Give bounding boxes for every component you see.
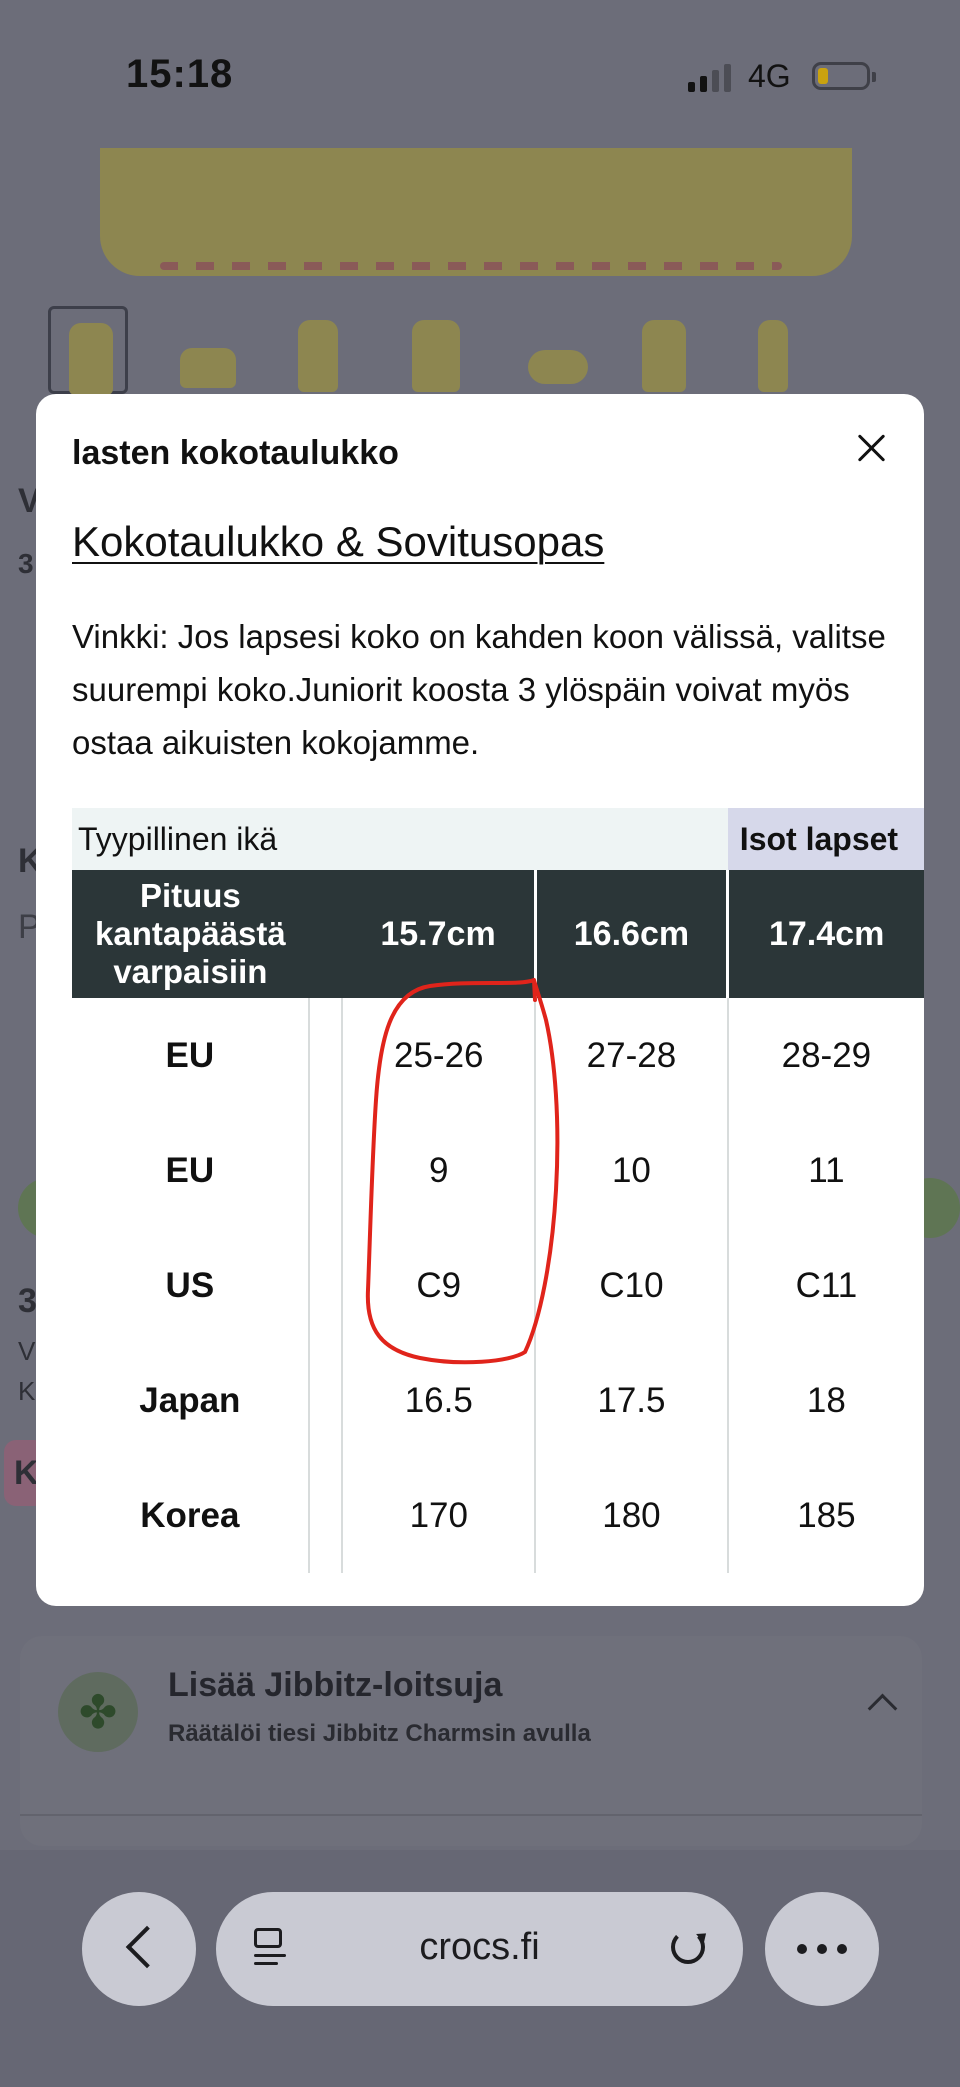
product-thumbnail[interactable] [162, 306, 242, 394]
table-row: Japan 16.5 17.5 18 [72, 1343, 924, 1458]
network-type: 4G [748, 58, 791, 94]
table-cell: C11 [726, 1228, 924, 1343]
more-icon [797, 1944, 807, 1954]
cellular-signal-icon [688, 62, 731, 92]
table-cell: 9 [429, 1150, 449, 1190]
modal-title: lasten kokotaulukko [72, 434, 399, 472]
battery-icon [812, 62, 876, 90]
table-cell: 170 [409, 1495, 468, 1535]
row-label: EU [165, 1035, 215, 1075]
age-group-label: Isot lapset [727, 808, 924, 870]
table-row: EU 25-26 27-28 28-29 [72, 998, 924, 1113]
jibbitz-title: Lisää Jibbitz-loitsuja [168, 1666, 503, 1704]
back-button[interactable] [82, 1892, 196, 2006]
header-spacer [308, 870, 343, 998]
size-chart-modal: lasten kokotaulukko Kokotaulukko & Sovit… [36, 394, 924, 1606]
table-row: EU 9 10 11 [72, 1113, 924, 1228]
background-text: 3 [18, 548, 34, 579]
sizing-tip: Vinkki: Jos lapsesi koko on kahden koon … [72, 618, 886, 761]
table-row: Korea 170 180 185 [72, 1458, 924, 1573]
header-size-col: 17.4cm [726, 870, 924, 998]
size-table-scroll[interactable]: Tyypillinen ikä Isot lapset Pituus kanta… [72, 808, 924, 1578]
table-cell: 28-29 [726, 998, 924, 1113]
size-table: Tyypillinen ikä Isot lapset Pituus kanta… [72, 808, 924, 1573]
reload-icon[interactable] [671, 1930, 705, 1964]
table-cell: 25-26 [394, 1035, 484, 1075]
product-thumbnail[interactable] [510, 306, 590, 394]
header-size-col: 16.6cm [533, 870, 728, 998]
jibbitz-subtitle: Räätälöi tiesi Jibbitz Charmsin avulla [168, 1720, 591, 1747]
address-bar[interactable]: crocs.fi [216, 1892, 743, 2006]
chevron-up-icon[interactable] [867, 1693, 898, 1724]
background-text: 3 [18, 1282, 37, 1320]
clover-icon: ✤ [58, 1672, 138, 1752]
table-cell: C10 [534, 1228, 728, 1343]
table-cell: 185 [726, 1458, 924, 1573]
background-text: V [18, 1336, 36, 1366]
url-text: crocs.fi [419, 1926, 540, 1968]
table-cell: 18 [726, 1343, 924, 1458]
product-image [100, 148, 852, 276]
chevron-left-icon [125, 1925, 169, 1969]
status-time: 15:18 [126, 52, 234, 96]
size-guide-link[interactable]: Kokotaulukko & Sovitusopas [72, 518, 604, 566]
row-label: Japan [139, 1380, 241, 1420]
table-cell: 17.5 [534, 1343, 728, 1458]
row-label: EU [165, 1150, 215, 1190]
age-label: Tyypillinen ikä [72, 808, 728, 870]
age-row: Tyypillinen ikä Isot lapset [72, 808, 924, 870]
product-thumbnail[interactable] [48, 306, 128, 395]
table-cell: 11 [726, 1113, 924, 1228]
table-header-row: Pituus kantapäästä varpaisiin 15.7cm 16.… [72, 870, 924, 998]
product-thumbnail-strip [40, 306, 940, 396]
row-label: Korea [140, 1495, 240, 1535]
header-foot-length: Pituus kantapäästä varpaisiin [72, 870, 309, 998]
table-cell: C9 [416, 1265, 462, 1305]
product-thumbnail[interactable] [740, 306, 820, 394]
table-cell: 180 [534, 1458, 728, 1573]
product-thumbnail[interactable] [280, 306, 360, 394]
table-row: US C9 C10 C11 [72, 1228, 924, 1343]
row-label: US [165, 1265, 215, 1305]
product-thumbnail[interactable] [624, 306, 704, 394]
product-thumbnail[interactable] [394, 306, 474, 394]
jibbitz-accordion[interactable]: ✤ Lisää Jibbitz-loitsuja Räätälöi tiesi … [20, 1636, 922, 1846]
background-text: K [18, 1376, 36, 1406]
close-icon[interactable] [854, 430, 890, 466]
status-bar: 15:18 4G [0, 0, 960, 150]
more-options-button[interactable] [765, 1892, 879, 2006]
table-cell: 10 [534, 1113, 728, 1228]
header-size-col: 15.7cm [342, 870, 536, 998]
table-cell: 16.5 [404, 1380, 473, 1420]
divider [20, 1814, 922, 1816]
table-cell: 27-28 [534, 998, 728, 1113]
